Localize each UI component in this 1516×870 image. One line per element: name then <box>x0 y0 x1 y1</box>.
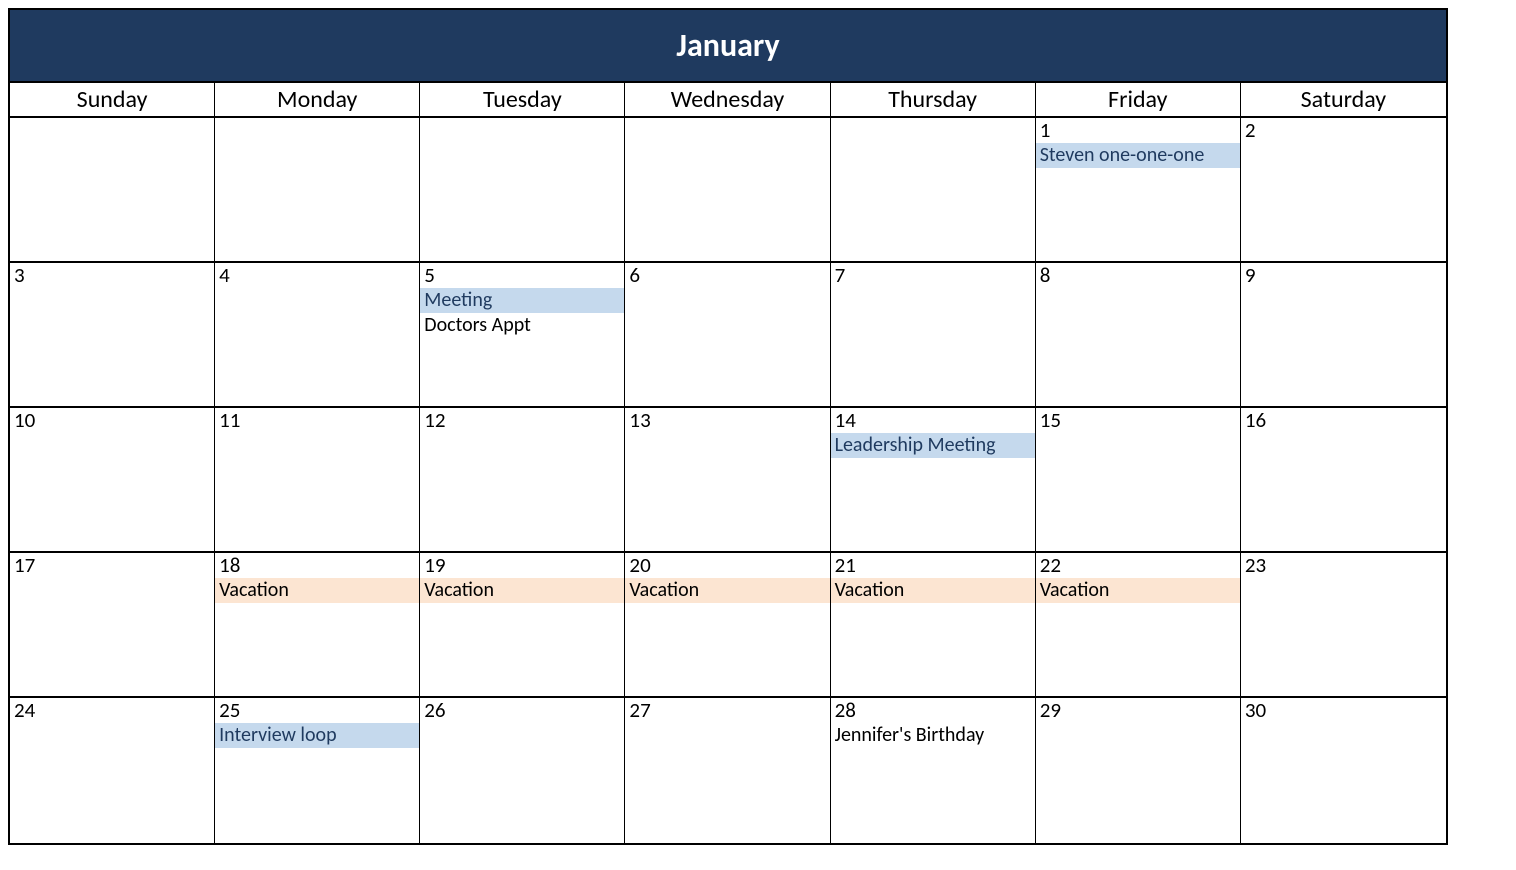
day-cell[interactable]: 11 <box>215 408 420 553</box>
day-header-saturday: Saturday <box>1241 83 1446 118</box>
day-cell[interactable]: 14Leadership Meeting <box>831 408 1036 553</box>
calendar-event[interactable]: Vacation <box>420 578 624 603</box>
day-cell[interactable]: 17 <box>10 553 215 698</box>
day-header-sunday: Sunday <box>10 83 215 118</box>
day-header-friday: Friday <box>1036 83 1241 118</box>
day-cell[interactable]: 4 <box>215 263 420 408</box>
day-headers-row: Sunday Monday Tuesday Wednesday Thursday… <box>10 83 1446 118</box>
day-number: 28 <box>831 698 1035 723</box>
week-row: 1011121314Leadership Meeting1516 <box>10 408 1446 553</box>
day-number: 24 <box>10 698 214 723</box>
day-header-monday: Monday <box>215 83 420 118</box>
day-cell[interactable]: 19Vacation <box>420 553 625 698</box>
day-number: 2 <box>1241 118 1446 143</box>
day-cell[interactable]: 29 <box>1036 698 1241 843</box>
day-number: 11 <box>215 408 419 433</box>
calendar-event[interactable]: Doctors Appt <box>420 313 624 338</box>
calendar-event[interactable]: Interview loop <box>215 723 419 748</box>
day-cell[interactable]: 22Vacation <box>1036 553 1241 698</box>
day-number: 21 <box>831 553 1035 578</box>
day-cell[interactable]: 26 <box>420 698 625 843</box>
day-cell[interactable]: 28Jennifer's Birthday <box>831 698 1036 843</box>
day-cell[interactable] <box>10 118 215 263</box>
day-number: 13 <box>625 408 829 433</box>
day-header-wednesday: Wednesday <box>625 83 830 118</box>
day-number: 20 <box>625 553 829 578</box>
day-number: 29 <box>1036 698 1240 723</box>
calendar-event[interactable]: Steven one-one-one <box>1036 143 1240 168</box>
day-cell[interactable]: 5MeetingDoctors Appt <box>420 263 625 408</box>
day-number: 26 <box>420 698 624 723</box>
calendar-event[interactable]: Vacation <box>625 578 829 603</box>
day-cell[interactable]: 30 <box>1241 698 1446 843</box>
day-number: 22 <box>1036 553 1240 578</box>
day-header-tuesday: Tuesday <box>420 83 625 118</box>
day-number: 14 <box>831 408 1035 433</box>
calendar-grid: 1Steven one-one-one2345MeetingDoctors Ap… <box>10 118 1446 843</box>
calendar: January Sunday Monday Tuesday Wednesday … <box>8 8 1448 845</box>
day-cell[interactable] <box>625 118 830 263</box>
day-number: 5 <box>420 263 624 288</box>
day-cell[interactable]: 23 <box>1241 553 1446 698</box>
day-number: 1 <box>1036 118 1240 143</box>
day-cell[interactable]: 27 <box>625 698 830 843</box>
calendar-event[interactable]: Vacation <box>831 578 1035 603</box>
week-row: 2425Interview loop262728Jennifer's Birth… <box>10 698 1446 843</box>
day-cell[interactable]: 9 <box>1241 263 1446 408</box>
day-cell[interactable]: 7 <box>831 263 1036 408</box>
day-cell[interactable] <box>215 118 420 263</box>
day-cell[interactable]: 25Interview loop <box>215 698 420 843</box>
calendar-event[interactable]: Jennifer's Birthday <box>831 723 1035 748</box>
week-row: 1Steven one-one-one2 <box>10 118 1446 263</box>
day-number: 7 <box>831 263 1035 288</box>
day-number: 3 <box>10 263 214 288</box>
day-number: 15 <box>1036 408 1240 433</box>
day-cell[interactable]: 24 <box>10 698 215 843</box>
day-number: 16 <box>1241 408 1446 433</box>
day-cell[interactable]: 6 <box>625 263 830 408</box>
calendar-event[interactable]: Vacation <box>215 578 419 603</box>
day-cell[interactable]: 13 <box>625 408 830 553</box>
day-number: 19 <box>420 553 624 578</box>
calendar-event[interactable]: Vacation <box>1036 578 1240 603</box>
day-cell[interactable]: 10 <box>10 408 215 553</box>
day-number: 17 <box>10 553 214 578</box>
day-cell[interactable]: 18Vacation <box>215 553 420 698</box>
day-cell[interactable]: 20Vacation <box>625 553 830 698</box>
day-cell[interactable]: 21Vacation <box>831 553 1036 698</box>
day-cell[interactable] <box>420 118 625 263</box>
day-cell[interactable]: 2 <box>1241 118 1446 263</box>
day-number: 12 <box>420 408 624 433</box>
day-number: 27 <box>625 698 829 723</box>
calendar-event[interactable]: Meeting <box>420 288 624 313</box>
day-cell[interactable]: 12 <box>420 408 625 553</box>
calendar-event[interactable]: Leadership Meeting <box>831 433 1035 458</box>
month-title: January <box>10 10 1446 83</box>
day-number: 4 <box>215 263 419 288</box>
week-row: 1718Vacation19Vacation20Vacation21Vacati… <box>10 553 1446 698</box>
day-cell[interactable]: 8 <box>1036 263 1241 408</box>
day-cell[interactable]: 3 <box>10 263 215 408</box>
day-number: 6 <box>625 263 829 288</box>
day-cell[interactable]: 16 <box>1241 408 1446 553</box>
day-number: 8 <box>1036 263 1240 288</box>
day-header-thursday: Thursday <box>831 83 1036 118</box>
day-number: 18 <box>215 553 419 578</box>
day-cell[interactable] <box>831 118 1036 263</box>
day-number: 10 <box>10 408 214 433</box>
day-cell[interactable]: 15 <box>1036 408 1241 553</box>
day-number: 23 <box>1241 553 1446 578</box>
day-number: 30 <box>1241 698 1446 723</box>
week-row: 345MeetingDoctors Appt6789 <box>10 263 1446 408</box>
day-cell[interactable]: 1Steven one-one-one <box>1036 118 1241 263</box>
day-number: 25 <box>215 698 419 723</box>
day-number: 9 <box>1241 263 1446 288</box>
